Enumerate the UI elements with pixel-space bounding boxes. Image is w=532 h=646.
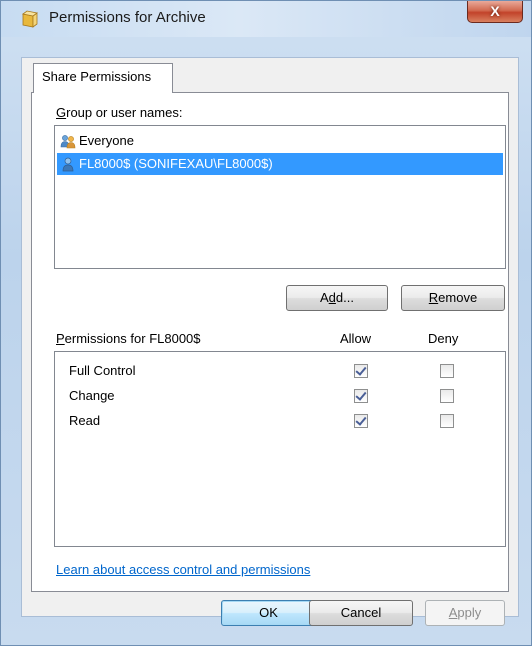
group-user-names-label: Group or user names:	[56, 105, 183, 120]
allow-read-checkbox[interactable]	[354, 414, 368, 428]
add-button[interactable]: Add...	[286, 285, 388, 311]
apply-button[interactable]: Apply	[425, 600, 505, 626]
list-item-fl8000[interactable]: FL8000$ (SONIFEXAU\FL8000$)	[57, 153, 503, 175]
permission-row-read: Read	[55, 410, 505, 434]
folder-icon	[22, 10, 38, 28]
allow-column-header: Allow	[340, 331, 372, 346]
tab-share-permissions[interactable]: Share Permissions	[33, 63, 173, 93]
list-item-everyone[interactable]: Everyone	[57, 130, 503, 152]
permissions-list: Full Control Change Read	[54, 351, 506, 547]
deny-column-header: Deny	[428, 331, 459, 346]
cancel-button[interactable]: Cancel	[309, 600, 413, 626]
deny-change-checkbox[interactable]	[440, 389, 454, 403]
permission-name: Read	[69, 413, 101, 428]
user-list[interactable]: Everyone FL8000$ (SONIFEXAU\FL8000$)	[54, 125, 506, 269]
ok-button[interactable]: OK	[221, 600, 316, 626]
permissions-dialog: Permissions for Archive X Share Permissi…	[0, 0, 532, 646]
deny-full-control-checkbox[interactable]	[440, 364, 454, 378]
deny-read-checkbox[interactable]	[440, 414, 454, 428]
window-title: Permissions for Archive	[49, 9, 206, 26]
list-item-label: Everyone	[79, 133, 134, 148]
close-button[interactable]: X	[467, 1, 523, 23]
permission-name: Change	[69, 388, 115, 403]
user-icon	[62, 157, 74, 172]
remove-button[interactable]: Remove	[401, 285, 505, 311]
permission-row-change: Change	[55, 385, 505, 409]
group-users-icon	[60, 135, 76, 149]
permission-row-full-control: Full Control	[55, 360, 505, 384]
title-bar[interactable]: Permissions for Archive X	[1, 1, 531, 37]
permission-name: Full Control	[69, 363, 136, 378]
allow-full-control-checkbox[interactable]	[354, 364, 368, 378]
tab-label: Share Permissions	[42, 69, 152, 84]
permissions-for-label: Permissions for FL8000$	[56, 331, 201, 346]
learn-about-access-control-link[interactable]: Learn about access control and permissio…	[56, 562, 310, 577]
allow-change-checkbox[interactable]	[354, 389, 368, 403]
close-icon: X	[490, 3, 500, 19]
list-item-label: FL8000$ (SONIFEXAU\FL8000$)	[79, 156, 273, 171]
